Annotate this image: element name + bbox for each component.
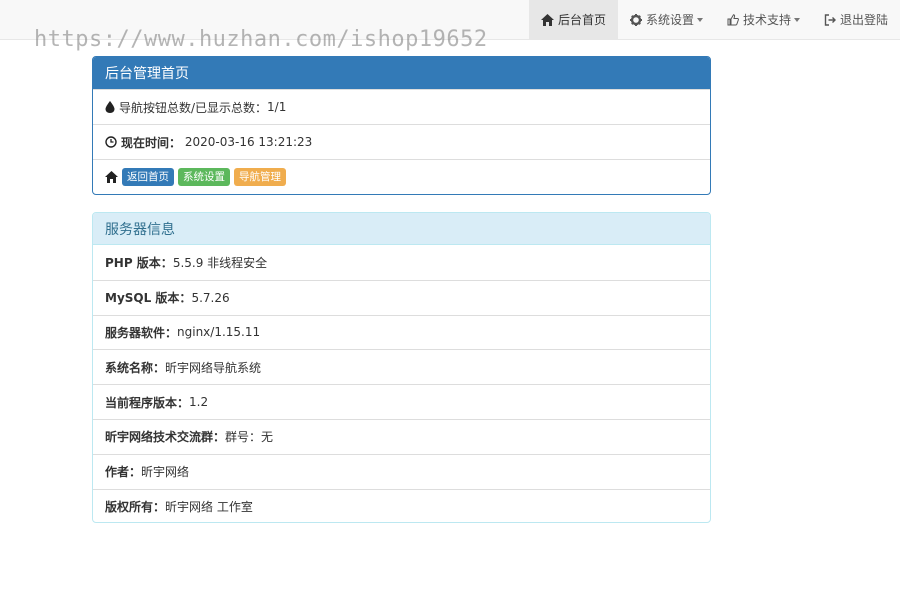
server-info-row: 当前程序版本： 1.2 — [93, 384, 710, 419]
server-info-label: 作者： — [105, 465, 142, 480]
current-time-value: 2020-03-16 13:21:23 — [184, 135, 313, 149]
server-info-row: PHP 版本： 5.5.9 非线程安全 — [93, 245, 710, 280]
admin-home-panel: 后台管理首页 导航按钮总数/已显示总数： 1/1 现在时间： 2020-03-1… — [92, 56, 711, 195]
system-settings-button[interactable]: 系统设置 — [178, 168, 230, 186]
nav-item-label: 后台首页 — [557, 13, 606, 27]
server-info-label: 服务器软件： — [105, 325, 178, 340]
server-info-label: 昕宇网络技术交流群： — [105, 430, 226, 445]
nav-count-label: 导航按钮总数/已显示总数： — [119, 100, 268, 115]
server-info-label: 版权所有： — [105, 499, 166, 514]
top-navbar: 后台首页 系统设置 技术支持 退出登陆 — [0, 0, 900, 40]
server-info-value: 1.2 — [189, 395, 209, 410]
nav-item-home[interactable]: 后台首页 — [528, 0, 618, 39]
nav-count-row: 导航按钮总数/已显示总数： 1/1 — [93, 89, 710, 124]
quick-links-row: 返回首页 系统设置 导航管理 — [93, 159, 710, 194]
server-info-row: MySQL 版本： 5.7.26 — [93, 279, 710, 315]
gear-icon — [629, 13, 642, 26]
home-icon — [540, 13, 554, 26]
caret-down-icon — [696, 17, 703, 22]
admin-panel-title: 后台管理首页 — [93, 57, 710, 89]
nav-item-tech-support[interactable]: 技术支持 — [715, 0, 812, 39]
server-info-row: 昕宇网络技术交流群： 群号：无 — [93, 418, 710, 454]
server-info-row: 版权所有： 昕宇网络 工作室 — [93, 488, 710, 522]
server-info-value: 群号：无 — [225, 430, 274, 445]
server-info-row: 系统名称： 昕宇网络导航系统 — [93, 349, 710, 384]
server-info-value: 5.7.26 — [191, 290, 230, 305]
back-home-button[interactable]: 返回首页 — [122, 168, 174, 186]
nav-item-logout[interactable]: 退出登陆 — [812, 0, 900, 39]
server-info-value: 昕宇网络导航系统 — [165, 360, 262, 375]
current-time-row: 现在时间： 2020-03-16 13:21:23 — [93, 124, 710, 159]
nav-management-button[interactable]: 导航管理 — [234, 168, 286, 186]
server-info-row: 服务器软件： nginx/1.15.11 — [93, 314, 710, 350]
thumbs-up-icon — [727, 13, 739, 25]
nav-count-value: 1/1 — [267, 100, 287, 114]
tint-drop-icon — [105, 101, 115, 113]
navbar-menu: 后台首页 系统设置 技术支持 退出登陆 — [528, 0, 900, 39]
current-time-label: 现在时间： — [121, 135, 182, 150]
nav-item-label: 系统设置 — [645, 13, 694, 27]
logout-icon — [824, 13, 836, 26]
server-info-value: 昕宇网络 — [141, 465, 190, 480]
server-info-label: 当前程序版本： — [105, 395, 190, 410]
server-panel-title: 服务器信息 — [93, 213, 710, 245]
server-info-label: 系统名称： — [105, 360, 166, 375]
nav-item-label: 技术支持 — [742, 13, 791, 27]
nav-item-system-settings[interactable]: 系统设置 — [618, 0, 715, 39]
server-info-value: 5.5.9 非线程安全 — [172, 255, 268, 270]
home-icon — [105, 171, 118, 183]
server-info-row: 作者： 昕宇网络 — [93, 453, 710, 489]
server-info-value: 昕宇网络 工作室 — [165, 499, 253, 514]
server-info-panel: 服务器信息 PHP 版本： 5.5.9 非线程安全 MySQL 版本： 5.7.… — [92, 212, 711, 523]
nav-item-label: 退出登陆 — [839, 13, 888, 27]
server-info-label: MySQL 版本： — [105, 291, 192, 306]
server-info-label: PHP 版本： — [105, 255, 173, 270]
caret-down-icon — [793, 17, 800, 22]
clock-icon — [105, 136, 117, 148]
server-info-value: nginx/1.15.11 — [177, 325, 261, 340]
